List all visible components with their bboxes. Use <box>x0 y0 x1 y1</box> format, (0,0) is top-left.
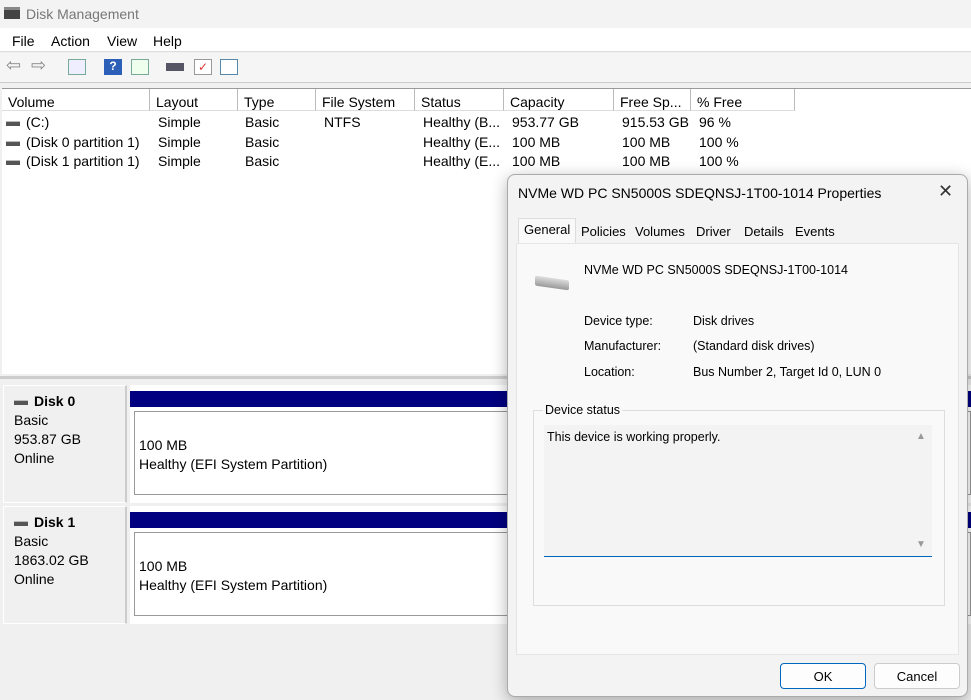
tab-volumes[interactable]: Volumes <box>630 221 690 243</box>
close-icon[interactable]: ✕ <box>938 181 953 202</box>
location-label: Location: <box>584 365 635 379</box>
disk-management-icon <box>4 7 20 19</box>
show-action-pane-icon[interactable] <box>131 59 149 75</box>
device-type-label: Device type: <box>584 314 653 328</box>
tab-policies[interactable]: Policies <box>576 221 631 243</box>
disk-icon <box>14 520 28 526</box>
manufacturer-label: Manufacturer: <box>584 339 662 353</box>
checklist-icon[interactable]: ✓ <box>194 59 212 75</box>
layout: Simple <box>158 114 201 130</box>
status: Healthy (E... <box>423 153 501 169</box>
device-status-group: Device status This device is working pro… <box>533 403 945 606</box>
tab-general[interactable]: General <box>518 218 577 244</box>
disk-size: 1863.02 GB <box>14 552 89 568</box>
toolbar: ⇦ ⇨ ? ✓ <box>0 53 971 83</box>
device-name: NVMe WD PC SN5000S SDEQNSJ-1T00-1014 <box>584 263 848 277</box>
type: Basic <box>245 114 280 130</box>
layout: Simple <box>158 153 201 169</box>
table-row[interactable]: (C:) Simple Basic NTFS Healthy (B... 953… <box>2 114 802 133</box>
menu-file[interactable]: File <box>12 33 35 49</box>
table-row[interactable]: (Disk 1 partition 1) Simple Basic Health… <box>2 153 802 172</box>
volume-name: (Disk 1 partition 1) <box>26 153 140 169</box>
type: Basic <box>245 134 280 150</box>
menu-bar: File Action View Help <box>0 28 971 52</box>
disk-name: Disk 0 <box>34 393 76 409</box>
volume-name: (Disk 0 partition 1) <box>26 134 140 150</box>
volume-icon <box>6 120 20 126</box>
percent-free: 100 % <box>699 153 739 169</box>
disk-state: Online <box>14 571 55 587</box>
disk-size: 953.87 GB <box>14 431 81 447</box>
file-system: NTFS <box>324 114 361 130</box>
disk-icon <box>14 399 28 405</box>
column-header-layout[interactable]: Layout <box>150 89 238 111</box>
column-header-file-system[interactable]: File System <box>316 89 415 111</box>
layout: Simple <box>158 134 201 150</box>
column-header-status[interactable]: Status <box>415 89 504 111</box>
scroll-up-icon[interactable]: ▲ <box>916 431 926 442</box>
menu-view[interactable]: View <box>107 33 137 49</box>
window-title: Disk Management <box>26 6 139 22</box>
cancel-button[interactable]: Cancel <box>874 663 960 689</box>
type: Basic <box>245 153 280 169</box>
disk-name: Disk 1 <box>34 514 76 530</box>
capacity: 100 MB <box>512 134 561 150</box>
status: Healthy (B... <box>423 114 501 130</box>
location-value: Bus Number 2, Target Id 0, LUN 0 <box>693 365 882 379</box>
status: Healthy (E... <box>423 134 501 150</box>
disk-0-label[interactable]: Disk 0 Basic 953.87 GB Online <box>3 385 127 503</box>
disk-type: Basic <box>14 533 49 549</box>
disk-drive-icon <box>535 275 569 291</box>
column-header-volume[interactable]: Volume <box>2 89 150 111</box>
show-hide-console-tree-icon[interactable] <box>68 59 86 75</box>
disk-1-label[interactable]: Disk 1 Basic 1863.02 GB Online <box>3 506 127 624</box>
menu-action[interactable]: Action <box>51 33 90 49</box>
title-bar: Disk Management <box>0 0 971 28</box>
back-arrow-icon[interactable]: ⇦ <box>6 55 24 75</box>
properties-dialog: NVMe WD PC SN5000S SDEQNSJ-1T00-1014 Pro… <box>507 174 968 697</box>
scroll-down-icon[interactable]: ▼ <box>916 539 926 550</box>
capacity: 100 MB <box>512 153 561 169</box>
general-tab-panel: NVMe WD PC SN5000S SDEQNSJ-1T00-1014 Dev… <box>516 243 959 655</box>
connect-disk-icon[interactable] <box>166 63 184 71</box>
disk-type: Basic <box>14 412 49 428</box>
column-header-free-space[interactable]: Free Sp... <box>614 89 691 111</box>
column-header-type[interactable]: Type <box>238 89 316 111</box>
volume-icon <box>6 140 20 146</box>
tab-driver[interactable]: Driver <box>691 221 736 243</box>
capacity: 953.77 GB <box>512 114 579 130</box>
dialog-title: NVMe WD PC SN5000S SDEQNSJ-1T00-1014 Pro… <box>518 185 882 201</box>
properties-icon[interactable] <box>220 59 238 75</box>
device-status-textbox[interactable]: This device is working properly. ▲ ▼ <box>544 425 932 557</box>
percent-free: 96 % <box>699 114 731 130</box>
device-type-value: Disk drives <box>693 314 755 328</box>
tab-details[interactable]: Details <box>739 221 789 243</box>
percent-free: 100 % <box>699 134 739 150</box>
ok-button[interactable]: OK <box>780 663 866 689</box>
free-space: 100 MB <box>622 134 671 150</box>
menu-help[interactable]: Help <box>153 33 182 49</box>
tab-events[interactable]: Events <box>790 221 840 243</box>
manufacturer-value: (Standard disk drives) <box>693 339 815 353</box>
volume-name: (C:) <box>26 114 50 130</box>
disk-state: Online <box>14 450 55 466</box>
forward-arrow-icon[interactable]: ⇨ <box>31 55 49 75</box>
column-header-percent-free[interactable]: % Free <box>691 89 795 111</box>
table-row[interactable]: (Disk 0 partition 1) Simple Basic Health… <box>2 134 802 153</box>
free-space: 915.53 GB <box>622 114 689 130</box>
device-status-text: This device is working properly. <box>547 430 721 444</box>
help-icon[interactable]: ? <box>104 59 122 75</box>
device-status-label: Device status <box>543 403 623 417</box>
column-header-capacity[interactable]: Capacity <box>504 89 614 111</box>
free-space: 100 MB <box>622 153 671 169</box>
volume-icon <box>6 159 20 165</box>
